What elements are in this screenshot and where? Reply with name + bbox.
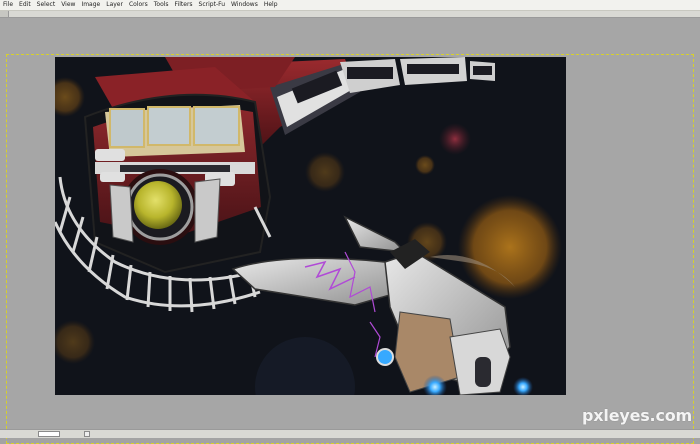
menu-tools[interactable]: Tools	[151, 0, 172, 10]
ruler-corner[interactable]	[0, 11, 9, 17]
artwork-illustration	[55, 57, 566, 395]
menu-filters[interactable]: Filters	[172, 0, 196, 10]
zoom-field[interactable]	[38, 431, 60, 437]
menu-select[interactable]: Select	[34, 0, 59, 10]
menu-help[interactable]: Help	[261, 0, 281, 10]
horizontal-ruler[interactable]	[0, 11, 700, 18]
menu-image[interactable]: Image	[78, 0, 103, 10]
chevron-down-icon[interactable]	[84, 431, 90, 437]
menu-windows[interactable]: Windows	[228, 0, 261, 10]
menu-view[interactable]: View	[58, 0, 78, 10]
image-canvas[interactable]	[55, 57, 566, 395]
menubar: File Edit Select View Image Layer Colors…	[0, 0, 700, 11]
menu-edit[interactable]: Edit	[16, 0, 34, 10]
menu-layer[interactable]: Layer	[103, 0, 126, 10]
menu-file[interactable]: File	[0, 0, 16, 10]
menu-script-fu[interactable]: Script-Fu	[196, 0, 229, 10]
watermark: pxleyes.com	[582, 406, 692, 425]
station-pod	[83, 93, 272, 274]
menu-colors[interactable]: Colors	[126, 0, 151, 10]
